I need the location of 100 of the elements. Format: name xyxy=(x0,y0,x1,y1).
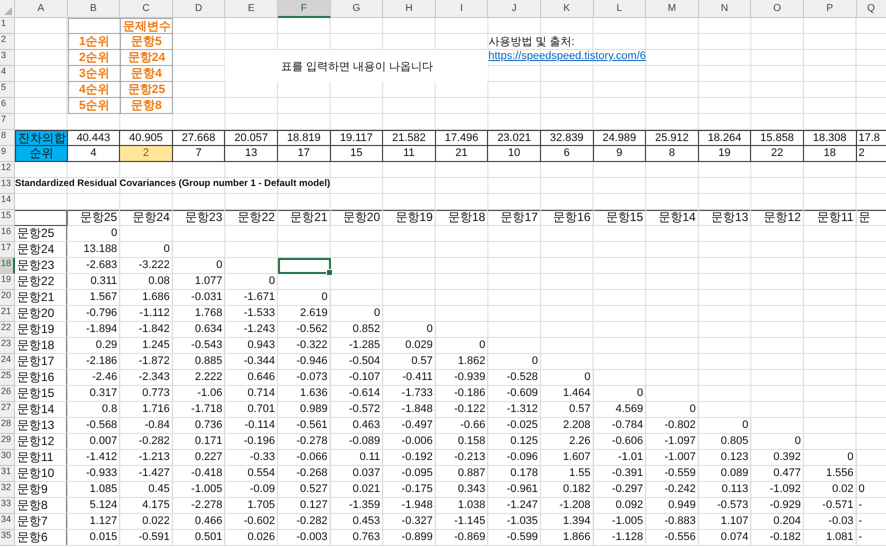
column-header[interactable]: Q xyxy=(856,0,886,18)
row-header[interactable]: 18 xyxy=(0,258,15,274)
row-header[interactable]: 35 xyxy=(0,530,15,546)
value-cell: 0 xyxy=(172,258,226,274)
row-header[interactable]: 20 xyxy=(0,290,15,306)
value-cell: -1.733 xyxy=(383,386,436,402)
value-cell: -0.411 xyxy=(383,370,436,386)
rank-cell: 9 xyxy=(594,146,646,162)
value-cell: 1.567 xyxy=(68,290,120,306)
value-cell: -0.802 xyxy=(646,418,699,434)
value-cell: 0.392 xyxy=(751,450,804,466)
column-header[interactable]: F xyxy=(278,0,331,18)
column-header[interactable]: G xyxy=(330,0,384,18)
row-header[interactable]: 21 xyxy=(0,306,15,322)
row-header[interactable]: 24 xyxy=(0,354,15,370)
row-header[interactable]: 32 xyxy=(0,482,15,498)
row-header[interactable]: 27 xyxy=(0,402,15,418)
value-cell: 0.113 xyxy=(698,482,752,498)
column-header[interactable]: C xyxy=(120,0,173,18)
column-header[interactable]: I xyxy=(436,0,488,18)
row-header[interactable]: 7 xyxy=(0,114,15,130)
rank-cell: 17 xyxy=(278,146,331,162)
column-header[interactable]: M xyxy=(646,0,699,18)
row-header[interactable]: 6 xyxy=(0,98,15,114)
column-header[interactable]: D xyxy=(172,0,226,18)
value-cell: 0 xyxy=(698,418,752,434)
rank-label: 3순위 xyxy=(68,66,120,82)
value-cell: 0 xyxy=(751,434,804,450)
value-cell: -1.412 xyxy=(68,450,120,466)
row-header[interactable]: 16 xyxy=(0,226,15,242)
column-label: 문항22 xyxy=(225,210,278,226)
value-cell: -2.683 xyxy=(68,258,120,274)
value-cell: 1.394 xyxy=(540,514,594,530)
matrix-title: Standardized Residual Covariances (Group number 1 - Default model) xyxy=(15,178,330,189)
row-header[interactable]: 17 xyxy=(0,242,15,258)
value-cell: 1.866 xyxy=(540,530,594,546)
column-header[interactable]: O xyxy=(751,0,804,18)
column-header[interactable]: N xyxy=(698,0,752,18)
value-cell: - xyxy=(856,530,886,546)
row-header[interactable]: 30 xyxy=(0,450,15,466)
column-header[interactable]: L xyxy=(594,0,646,18)
column-label: 문항25 xyxy=(68,210,120,226)
value-cell: -0.282 xyxy=(120,434,173,450)
cell-selection[interactable] xyxy=(278,258,331,274)
value-cell: 0 xyxy=(120,242,173,258)
source-link[interactable]: https://speedspeed.tistory.com/6 xyxy=(488,50,646,62)
value-cell: -0.559 xyxy=(646,466,699,482)
value-cell: -0.096 xyxy=(488,450,541,466)
column-header[interactable]: J xyxy=(488,0,541,18)
value-cell: 0.943 xyxy=(225,338,278,354)
row-header[interactable]: 4 xyxy=(0,66,15,82)
row-header[interactable]: 23 xyxy=(0,338,15,354)
row-header[interactable]: 13 xyxy=(0,178,15,194)
column-label: 문항24 xyxy=(120,210,173,226)
row-header[interactable]: 29 xyxy=(0,434,15,450)
row-header[interactable]: 33 xyxy=(0,498,15,514)
column-header[interactable]: K xyxy=(540,0,594,18)
row-header[interactable]: 15 xyxy=(0,210,15,226)
value-cell: 0.805 xyxy=(698,434,752,450)
column-header[interactable]: H xyxy=(383,0,436,18)
value-cell: -1.145 xyxy=(436,514,488,530)
rank-cell: 10 xyxy=(488,146,541,162)
row-header[interactable]: 28 xyxy=(0,418,15,434)
value-cell: -1.213 xyxy=(120,450,173,466)
row-header[interactable]: 9 xyxy=(0,146,15,162)
value-cell: -0.591 xyxy=(120,530,173,546)
row-header[interactable]: 26 xyxy=(0,386,15,402)
column-header[interactable]: B xyxy=(68,0,120,18)
row-header[interactable]: 22 xyxy=(0,322,15,338)
row-header[interactable]: 8 xyxy=(0,130,15,146)
value-cell: 1.607 xyxy=(540,450,594,466)
value-cell: -1.112 xyxy=(120,306,173,322)
row-header[interactable]: 25 xyxy=(0,370,15,386)
sum-cell: 17.8 xyxy=(856,130,886,146)
value-cell: -1.671 xyxy=(225,290,278,306)
value-cell: 0.227 xyxy=(172,450,226,466)
row-header[interactable]: 1 xyxy=(0,18,15,34)
value-cell: -1.247 xyxy=(488,498,541,514)
value-cell: -2.186 xyxy=(68,354,120,370)
column-header[interactable]: E xyxy=(225,0,278,18)
table-corner-cell xyxy=(68,18,120,34)
row-label: 문항25 xyxy=(15,226,68,242)
row-label: 문항6 xyxy=(15,530,68,546)
value-cell: 1.686 xyxy=(120,290,173,306)
row-header[interactable]: 3 xyxy=(0,50,15,66)
row-header[interactable]: 19 xyxy=(0,274,15,290)
table-header: 문제변수 xyxy=(120,18,173,34)
row-header[interactable]: 14 xyxy=(0,194,15,210)
row-header[interactable]: 31 xyxy=(0,466,15,482)
row-header[interactable]: 5 xyxy=(0,82,15,98)
row-header[interactable]: 2 xyxy=(0,34,15,50)
value-cell: -1.005 xyxy=(594,514,646,530)
row-label: 문항12 xyxy=(15,434,68,450)
column-header[interactable]: A xyxy=(15,0,68,18)
value-cell: -0.095 xyxy=(383,466,436,482)
row-header[interactable]: 12 xyxy=(0,162,15,178)
row-header[interactable]: 34 xyxy=(0,514,15,530)
value-cell: 1.085 xyxy=(68,482,120,498)
value-cell: -1.948 xyxy=(383,498,436,514)
column-header[interactable]: P xyxy=(804,0,856,18)
